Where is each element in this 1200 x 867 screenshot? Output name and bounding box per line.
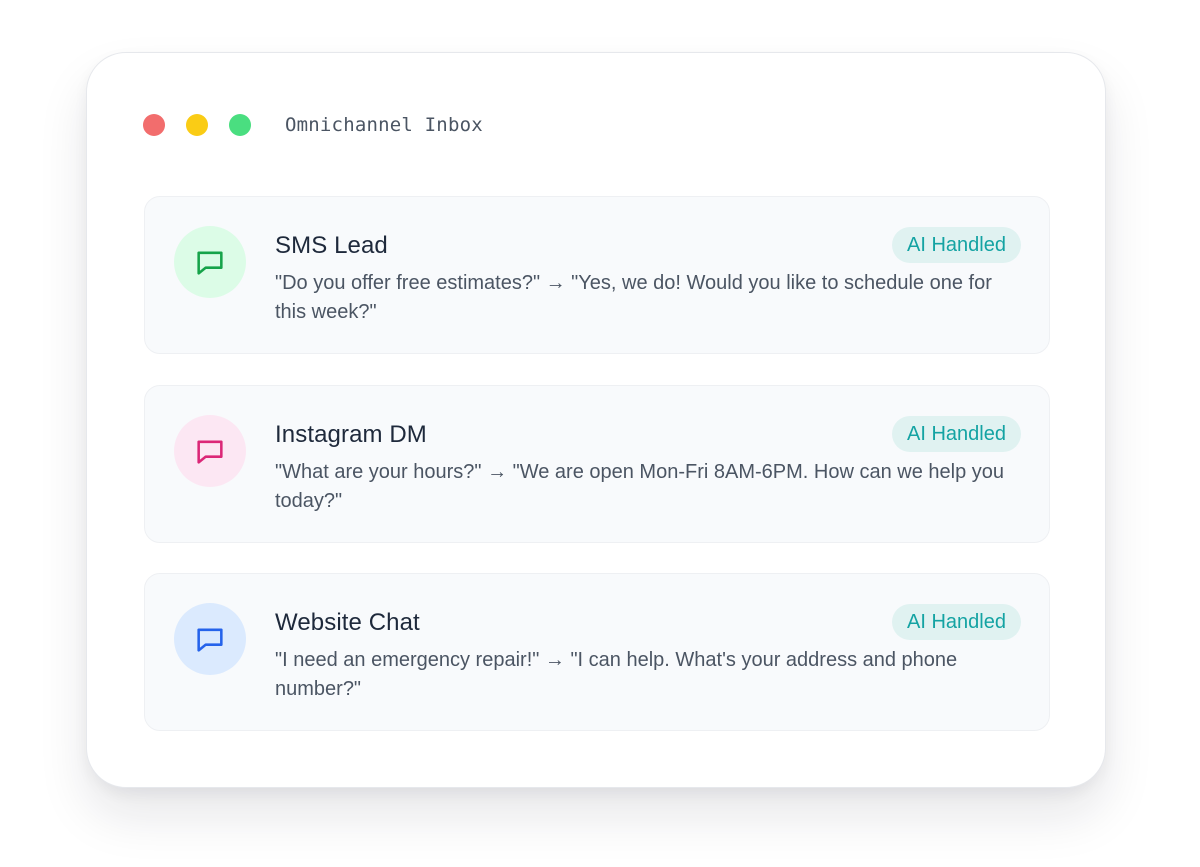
conversation-channel: SMS Lead bbox=[275, 232, 388, 259]
window-titlebar: Omnichannel Inbox bbox=[143, 113, 483, 137]
conversation-card-website-chat[interactable]: Website Chat AI Handled "I need an emerg… bbox=[144, 573, 1050, 731]
maximize-window-button[interactable] bbox=[229, 114, 251, 136]
conversation-preview: "Do you offer free estimates?" → "Yes, w… bbox=[275, 272, 992, 323]
status-badge: AI Handled bbox=[892, 604, 1021, 640]
conversation-preview: "What are your hours?" → "We are open Mo… bbox=[275, 461, 1005, 512]
chat-bubble-icon bbox=[174, 226, 246, 298]
conversation-channel: Instagram DM bbox=[275, 421, 427, 448]
chat-bubble-icon bbox=[174, 415, 246, 487]
inbox-window: Omnichannel Inbox SMS Lead AI Handled "D… bbox=[86, 52, 1106, 788]
conversation-card-sms[interactable]: SMS Lead AI Handled "Do you offer free e… bbox=[144, 196, 1050, 354]
chat-bubble-icon bbox=[174, 603, 246, 675]
status-badge: AI Handled bbox=[892, 227, 1021, 263]
status-badge: AI Handled bbox=[892, 416, 1021, 452]
close-window-button[interactable] bbox=[143, 114, 165, 136]
conversation-channel: Website Chat bbox=[275, 609, 420, 636]
conversation-card-instagram[interactable]: Instagram DM AI Handled "What are your h… bbox=[144, 385, 1050, 543]
conversation-preview: "I need an emergency repair!" → "I can h… bbox=[275, 649, 958, 700]
minimize-window-button[interactable] bbox=[186, 114, 208, 136]
window-title: Omnichannel Inbox bbox=[285, 114, 483, 136]
